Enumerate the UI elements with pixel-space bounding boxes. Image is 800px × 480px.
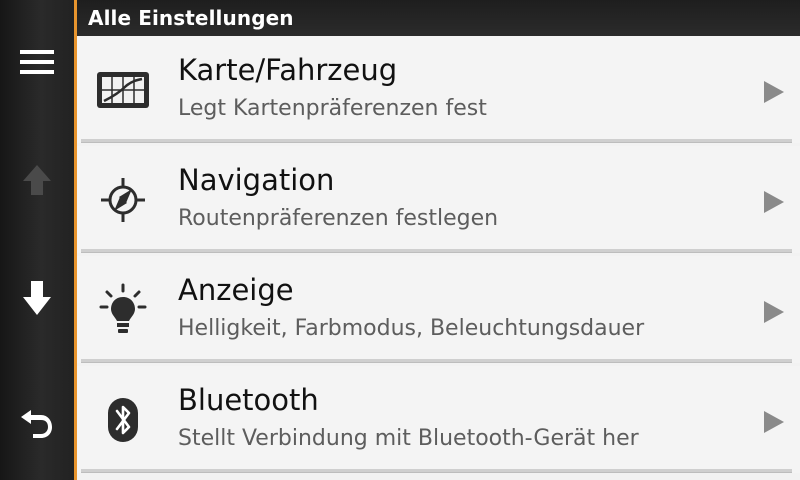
- settings-item-display[interactable]: Anzeige Helligkeit, Farbmodus, Beleuchtu…: [77, 256, 800, 363]
- settings-item-map-vehicle[interactable]: Karte/Fahrzeug Legt Kartenpräferenzen fe…: [77, 36, 800, 143]
- settings-list: Karte/Fahrzeug Legt Kartenpräferenzen fe…: [77, 36, 800, 480]
- settings-item-bluetooth[interactable]: Bluetooth Stellt Verbindung mit Bluetoot…: [77, 366, 800, 473]
- item-subtitle: Stellt Verbindung mit Bluetooth-Gerät he…: [178, 426, 639, 451]
- menu-button[interactable]: [0, 32, 74, 92]
- settings-item-navigation[interactable]: Navigation Routenpräferenzen festlegen: [77, 146, 800, 253]
- chevron-right-icon: [764, 191, 784, 213]
- divider: [81, 139, 792, 143]
- chevron-right-icon: [764, 81, 784, 103]
- item-subtitle: Routenpräferenzen festlegen: [178, 206, 499, 231]
- arrow-up-icon: [23, 165, 51, 195]
- item-subtitle: Legt Kartenpräferenzen fest: [178, 96, 487, 121]
- sidebar: [0, 0, 74, 480]
- divider: [81, 469, 792, 473]
- menu-icon: [20, 50, 54, 74]
- item-title: Karte/Fahrzeug: [178, 53, 398, 87]
- chevron-right-icon: [764, 301, 784, 323]
- divider: [81, 249, 792, 253]
- divider: [81, 359, 792, 363]
- item-title: Anzeige: [178, 273, 294, 307]
- map-icon: [95, 62, 151, 118]
- back-button[interactable]: [0, 390, 74, 450]
- header-bar: Alle Einstellungen: [77, 0, 800, 36]
- item-title: Navigation: [178, 163, 335, 197]
- compass-icon: [95, 172, 151, 228]
- chevron-right-icon: [764, 411, 784, 433]
- scroll-up-button[interactable]: [0, 150, 74, 210]
- scroll-down-button[interactable]: [0, 268, 74, 328]
- item-title: Bluetooth: [178, 383, 319, 417]
- arrow-down-icon: [23, 281, 51, 315]
- page-title: Alle Einstellungen: [88, 6, 294, 30]
- lightbulb-icon: [95, 282, 151, 338]
- back-icon: [21, 410, 52, 438]
- bluetooth-icon: [95, 392, 151, 448]
- item-subtitle: Helligkeit, Farbmodus, Beleuchtungsdauer: [178, 316, 645, 341]
